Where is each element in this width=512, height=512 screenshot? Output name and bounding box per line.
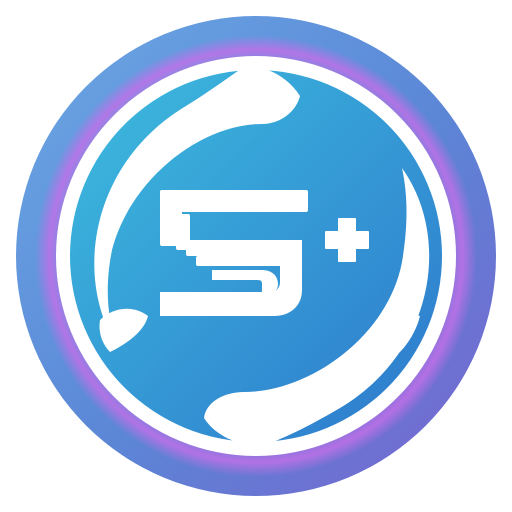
s-plus-logo-icon <box>16 16 496 496</box>
app-icon-canvas <box>0 0 512 512</box>
